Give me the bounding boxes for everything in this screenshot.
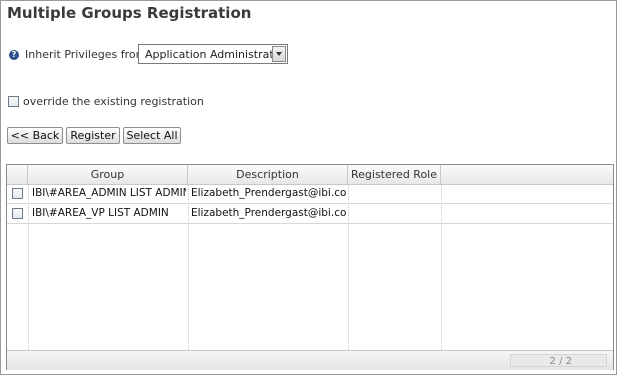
column-header-empty [441,165,613,184]
override-label: override the existing registration [23,95,204,108]
register-button[interactable]: Register [66,127,120,144]
page-title: Multiple Groups Registration [7,4,252,22]
select-all-button[interactable]: Select All [123,127,181,144]
inherit-privileges-value: Application Administrator [145,48,285,61]
table-row[interactable]: IBI\#AREA_ADMIN LIST ADMIN Elizabeth_Pre… [7,184,613,204]
override-checkbox[interactable] [8,96,19,107]
chevron-down-icon[interactable] [272,46,286,62]
inherit-privileges-select[interactable]: Application Administrator [138,44,288,64]
back-button[interactable]: << Back [7,127,63,144]
table-footer: 2 / 2 [7,350,613,370]
column-header-group[interactable]: Group [28,165,188,184]
column-header-registered-role[interactable]: Registered Role [348,165,441,184]
cell-group: IBI\#AREA_VP LIST ADMIN [32,207,169,219]
row-checkbox[interactable] [12,188,23,199]
cell-description: Elizabeth_Prendergast@ibi.com [191,187,347,199]
cell-group: IBI\#AREA_ADMIN LIST ADMIN [32,187,186,199]
cell-description: Elizabeth_Prendergast@ibi.com [191,207,347,219]
registration-panel: Multiple Groups Registration ? Inherit P… [0,0,617,375]
column-header-description[interactable]: Description [188,165,348,184]
page-indicator: 2 / 2 [510,354,607,367]
cell-registered-role [352,204,440,223]
question-circle-icon[interactable]: ? [9,50,19,60]
header-checkbox-column [7,165,28,184]
inherit-privileges-label: Inherit Privileges from [25,48,147,61]
table-row[interactable]: IBI\#AREA_VP LIST ADMIN Elizabeth_Prende… [7,204,613,224]
groups-table: Group Description Registered Role IBI\#A… [6,164,614,370]
cell-registered-role [352,184,440,203]
table-header: Group Description Registered Role [7,165,613,185]
row-checkbox[interactable] [12,208,23,219]
